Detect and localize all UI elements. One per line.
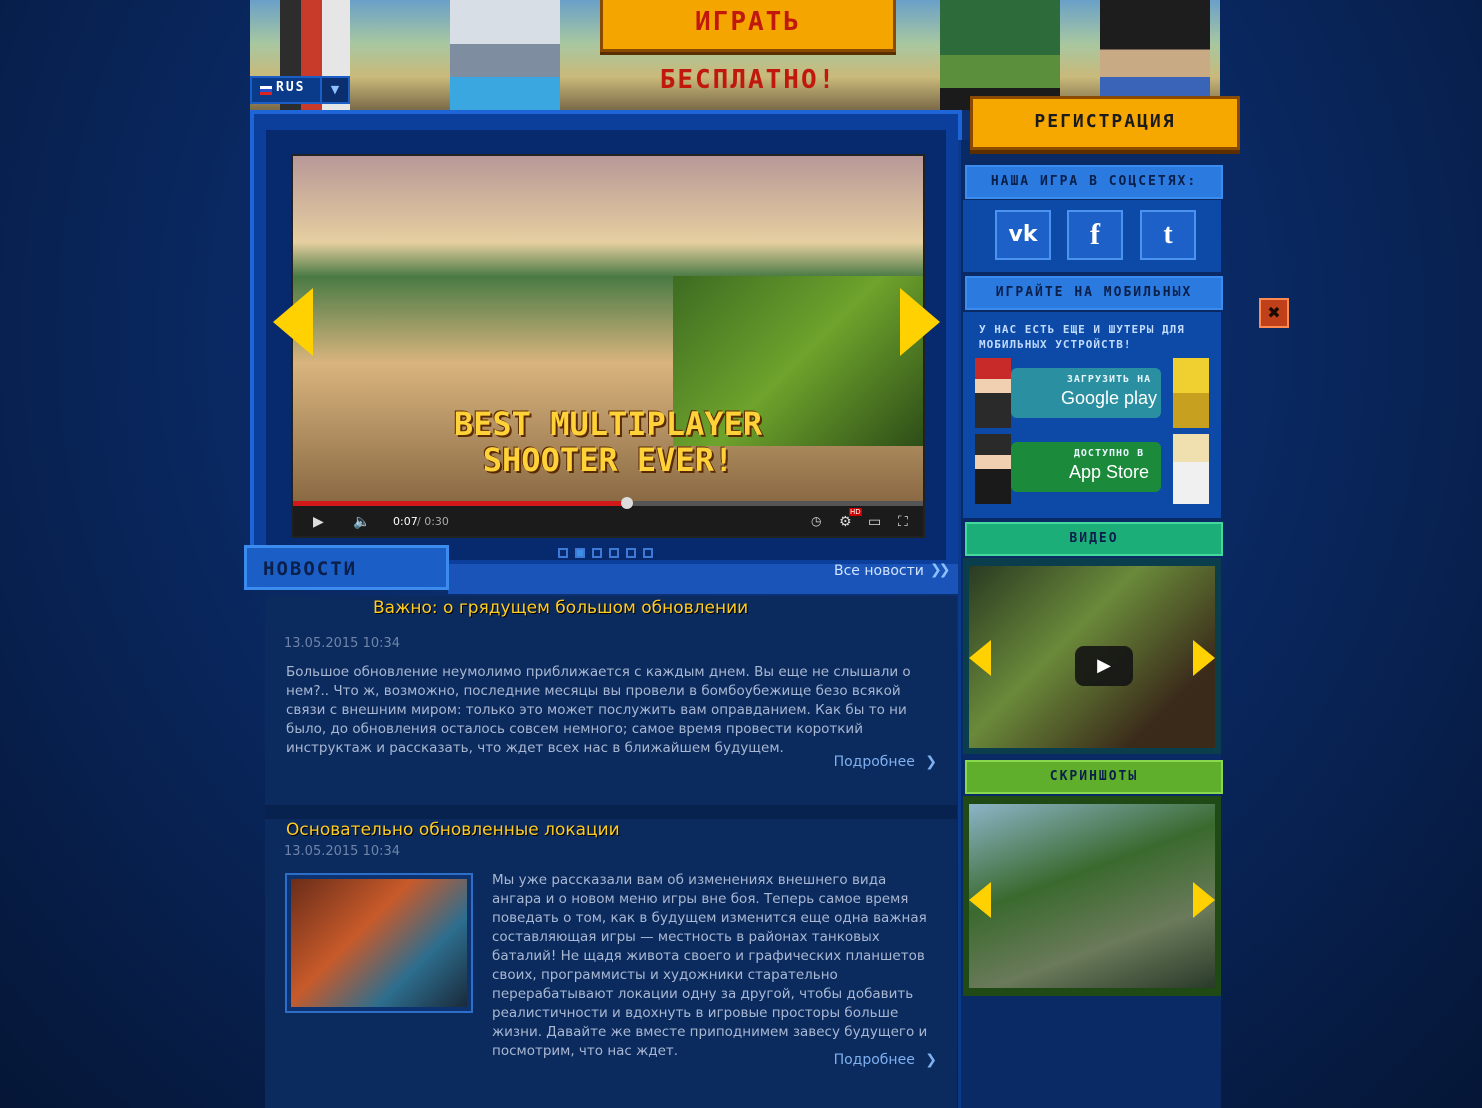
all-news-link[interactable]: Все новости — [834, 563, 924, 579]
theater-mode-icon[interactable]: ▭ — [868, 514, 881, 530]
video-prev-arrow-icon[interactable] — [969, 640, 991, 676]
language-code: RUS — [276, 80, 306, 95]
ru-flag-icon — [260, 86, 272, 95]
slider-next-arrow-icon[interactable] — [900, 288, 940, 356]
screenshots-widget — [963, 796, 1221, 996]
fullscreen-icon[interactable]: ⛶ — [898, 514, 908, 530]
banner-character — [1100, 0, 1210, 110]
play-icon[interactable]: ▶ — [313, 514, 324, 530]
time-total: / 0:30 — [417, 515, 449, 528]
vk-icon[interactable]: vk — [995, 210, 1051, 260]
mobile-promo: У НАС ЕСТЬ ЕЩЕ И ШУТЕРЫ ДЛЯ МОБИЛЬНЫХ УС… — [963, 312, 1221, 518]
app-store-label: App Store — [1068, 462, 1150, 482]
play-icon[interactable]: ▶ — [1075, 646, 1133, 686]
hd-badge: HD — [849, 508, 862, 516]
slider-dots — [558, 543, 660, 558]
slider-dot[interactable] — [626, 548, 636, 558]
slider-dot[interactable] — [592, 548, 602, 558]
screenshot-prev-arrow-icon[interactable] — [969, 882, 991, 918]
slider-dot[interactable] — [575, 548, 585, 558]
video-thumbnail[interactable]: ▶ — [969, 566, 1215, 748]
screenshot-next-arrow-icon[interactable] — [1193, 882, 1215, 918]
register-button[interactable]: РЕГИСТРАЦИЯ — [970, 96, 1240, 150]
video-widget: ▶ — [963, 558, 1221, 754]
progress-scrubber[interactable] — [620, 497, 633, 509]
social-title: НАША ИГРА В СОЦСЕТЯХ: — [965, 165, 1223, 199]
progress-track[interactable] — [293, 497, 923, 509]
volume-icon[interactable]: 🔈 — [353, 514, 370, 530]
play-free-button[interactable]: ИГРАТЬ БЕСПЛАТНО! — [600, 0, 896, 95]
read-more-label: Подробнее — [833, 754, 915, 770]
news-title: НОВОСТИ — [263, 558, 358, 580]
news-tab: НОВОСТИ — [244, 545, 449, 590]
article-divider — [265, 805, 957, 819]
video-caption: BEST MULTIPLAYER SHOOTER EVER! — [453, 405, 763, 479]
app-store-small-label: ДОСТУПНО В — [1073, 448, 1145, 459]
google-play-small-label: ЗАГРУЗИТЬ НА — [1066, 374, 1152, 385]
banner-character — [450, 0, 560, 110]
slider-dot[interactable] — [558, 548, 568, 558]
register-label: РЕГИСТРАЦИЯ — [1034, 111, 1176, 132]
twitter-icon[interactable]: t — [1140, 210, 1196, 260]
facebook-icon[interactable]: f — [1067, 210, 1123, 260]
language-selector[interactable]: RUS ▼ — [250, 76, 350, 104]
read-more-link[interactable]: Подробнее ❯ — [834, 1052, 937, 1068]
gear-icon[interactable]: ⚙ — [839, 514, 852, 530]
read-more-link[interactable]: Подробнее ❯ — [834, 754, 937, 770]
article-date: 13.05.2015 10:34 — [284, 636, 401, 651]
progress-fill — [293, 501, 627, 506]
character-avatar — [975, 434, 1011, 504]
article-title[interactable]: Важно: о грядущем большом обновлении — [373, 598, 748, 618]
read-more-label: Подробнее — [833, 1052, 915, 1068]
video-frame[interactable]: BEST MULTIPLAYER SHOOTER EVER! — [293, 156, 923, 501]
slider-dot[interactable] — [609, 548, 619, 558]
clock-icon[interactable]: ◷ — [811, 514, 821, 528]
chevron-right-icon: ❯ — [925, 1052, 937, 1068]
news-article: Важно: о грядущем большом обновлении 13.… — [265, 596, 957, 805]
screenshot-thumbnail[interactable] — [969, 804, 1215, 988]
article-text: Мы уже рассказали вам об изменениях внеш… — [492, 872, 928, 1059]
screenshots-title: СКРИНШОТЫ — [965, 760, 1223, 794]
close-icon[interactable]: ✖ — [1259, 298, 1289, 328]
chevron-down-icon[interactable]: ▼ — [320, 78, 348, 102]
article-text: Большое обновление неумолимо приближаетс… — [286, 664, 911, 756]
news-list: Важно: о грядущем большом обновлении 13.… — [265, 596, 957, 1108]
chevron-right-icon: ❯ — [925, 754, 937, 770]
slider-prev-arrow-icon[interactable] — [273, 288, 313, 356]
time-current: 0:07 — [393, 515, 418, 528]
video-next-arrow-icon[interactable] — [1193, 640, 1215, 676]
video-title: ВИДЕО — [965, 522, 1223, 556]
google-play-label: Google play — [1060, 388, 1158, 408]
character-avatar — [1173, 434, 1209, 504]
video-controls: ▶ 🔈 0:07 / 0:30 ◷ ⚙ HD ▭ ⛶ — [293, 497, 923, 536]
app-store-button[interactable]: ДОСТУПНО В App Store — [1011, 442, 1161, 492]
article-title[interactable]: Основательно обновленные локации — [286, 820, 620, 840]
social-links: vk f t — [963, 200, 1221, 272]
double-chevron-right-icon[interactable]: ❯❯ — [930, 562, 951, 578]
article-screenshot — [291, 879, 467, 1007]
mobile-title: ИГРАЙТЕ НА МОБИЛЬНЫХ — [965, 276, 1223, 310]
character-avatar — [1173, 358, 1209, 428]
video-player[interactable]: BEST MULTIPLAYER SHOOTER EVER! ▶ 🔈 0:07 … — [291, 154, 925, 538]
slider-dot[interactable] — [643, 548, 653, 558]
mobile-text: У НАС ЕСТЬ ЕЩЕ И ШУТЕРЫ ДЛЯ МОБИЛЬНЫХ УС… — [979, 323, 1185, 351]
banner-character — [940, 0, 1060, 110]
article-thumbnail[interactable] — [285, 873, 473, 1013]
google-play-button[interactable]: ЗАГРУЗИТЬ НА Google play — [1011, 368, 1161, 418]
character-avatar — [975, 358, 1011, 428]
article-date: 13.05.2015 10:34 — [284, 844, 401, 859]
